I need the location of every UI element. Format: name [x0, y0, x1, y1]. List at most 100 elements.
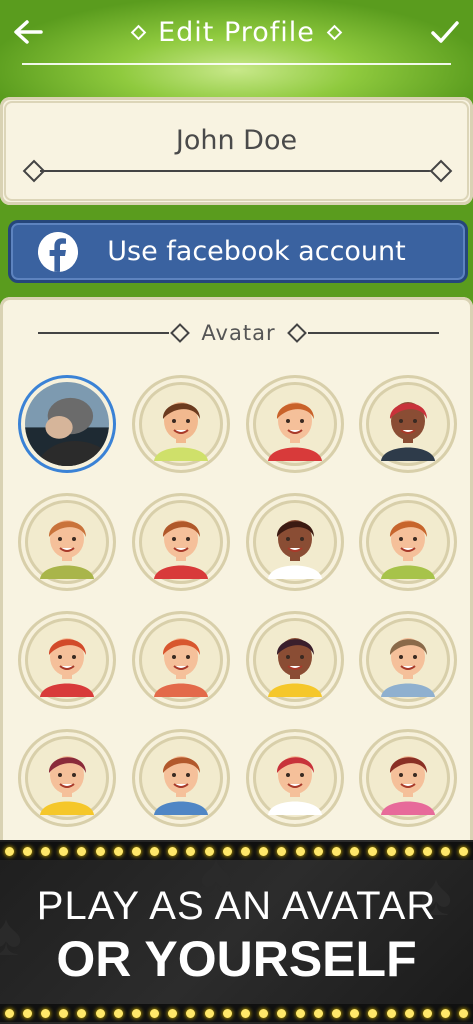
underline-bar: [40, 170, 435, 172]
marquee-bulb-icon: [422, 1008, 432, 1018]
avatar-option[interactable]: [132, 493, 230, 591]
marquee-bulb-icon: [77, 846, 87, 856]
marquee-bulb-icon: [295, 1008, 305, 1018]
avatar-option[interactable]: [246, 493, 344, 591]
promo-banner: ♠ ♠ ♠ PLAY AS AN AVATAR OR YOURSELF: [0, 840, 473, 1024]
marquee-bulb-icon: [131, 1008, 141, 1018]
marquee-bulb-icon: [422, 846, 432, 856]
marquee-bulb-icon: [186, 846, 196, 856]
title-group: Edit Profile: [0, 14, 473, 50]
diamond-ornament-icon: [326, 24, 343, 40]
cartoon-avatar-icon: [40, 756, 94, 815]
marquee-bulb-icon: [295, 846, 305, 856]
diamond-ornament-icon: [286, 323, 307, 343]
cartoon-avatar-icon: [40, 638, 94, 697]
name-field[interactable]: John Doe: [0, 125, 473, 156]
banner-line-2: OR YOURSELF: [56, 931, 417, 987]
avatar-heading: Avatar: [38, 321, 440, 345]
marquee-bulb-icon: [368, 846, 378, 856]
avatar-option[interactable]: [359, 729, 457, 827]
marquee-bulb-icon: [350, 846, 360, 856]
page-title: Edit Profile: [158, 16, 315, 48]
header-divider: [22, 63, 451, 65]
marquee-bulb-icon: [277, 846, 287, 856]
bulb-row-bottom: [0, 1004, 473, 1022]
cartoon-avatar-icon: [154, 638, 208, 697]
marquee-bulb-icon: [331, 1008, 341, 1018]
bulb-row-top: [0, 842, 473, 860]
facebook-button[interactable]: Use facebook account: [8, 220, 468, 283]
banner-line-1: PLAY AS AN AVATAR: [36, 884, 437, 928]
cartoon-avatar-icon: [381, 402, 435, 461]
marquee-bulb-icon: [386, 846, 396, 856]
avatar-option[interactable]: [246, 375, 344, 473]
marquee-bulb-icon: [331, 846, 341, 856]
cartoon-avatar-icon: [381, 520, 435, 579]
marquee-bulb-icon: [95, 846, 105, 856]
avatar-option[interactable]: [359, 611, 457, 709]
marquee-bulb-icon: [259, 846, 269, 856]
avatar-option[interactable]: [132, 611, 230, 709]
marquee-bulb-icon: [404, 846, 414, 856]
avatar-option[interactable]: [132, 729, 230, 827]
avatar-option[interactable]: [359, 493, 457, 591]
name-card: John Doe: [0, 97, 473, 205]
name-underline: [22, 159, 453, 183]
avatar-option[interactable]: [18, 375, 116, 473]
heading-line: [307, 332, 440, 334]
cartoon-avatar-icon: [381, 756, 435, 815]
avatar-option[interactable]: [132, 375, 230, 473]
marquee-bulb-icon: [77, 1008, 87, 1018]
avatar-option[interactable]: [18, 611, 116, 709]
cartoon-avatar-icon: [40, 520, 94, 579]
marquee-bulb-icon: [441, 846, 451, 856]
avatar-option[interactable]: [359, 375, 457, 473]
facebook-button-label: Use facebook account: [107, 236, 406, 267]
confirm-button[interactable]: [427, 14, 463, 50]
marquee-bulb-icon: [368, 1008, 378, 1018]
marquee-bulb-icon: [168, 846, 178, 856]
avatar-option[interactable]: [246, 729, 344, 827]
marquee-bulb-icon: [59, 846, 69, 856]
cartoon-avatar-icon: [268, 638, 322, 697]
marquee-bulb-icon: [241, 1008, 251, 1018]
cartoon-avatar-icon: [154, 402, 208, 461]
avatar-option[interactable]: [246, 611, 344, 709]
cartoon-avatar-icon: [381, 638, 435, 697]
marquee-bulb-icon: [150, 1008, 160, 1018]
marquee-bulb-icon: [441, 1008, 451, 1018]
marquee-bulb-icon: [204, 1008, 214, 1018]
avatar-option[interactable]: [18, 729, 116, 827]
marquee-bulb-icon: [459, 846, 469, 856]
avatar-heading-label: Avatar: [201, 321, 276, 345]
marquee-bulb-icon: [113, 1008, 123, 1018]
marquee-bulb-icon: [386, 1008, 396, 1018]
marquee-bulb-icon: [40, 1008, 50, 1018]
marquee-bulb-icon: [59, 1008, 69, 1018]
checkmark-icon: [431, 21, 459, 43]
cartoon-avatar-icon: [268, 520, 322, 579]
avatar-option[interactable]: [18, 493, 116, 591]
marquee-bulb-icon: [168, 1008, 178, 1018]
marquee-bulb-icon: [4, 846, 14, 856]
marquee-bulb-icon: [40, 846, 50, 856]
marquee-bulb-icon: [22, 846, 32, 856]
marquee-bulb-icon: [131, 846, 141, 856]
diamond-ornament-icon: [170, 323, 191, 343]
marquee-bulb-icon: [277, 1008, 287, 1018]
marquee-bulb-icon: [95, 1008, 105, 1018]
cartoon-avatar-icon: [154, 756, 208, 815]
heading-line: [38, 332, 170, 334]
marquee-bulb-icon: [22, 1008, 32, 1018]
user-photo-icon: [25, 382, 109, 466]
header-bar: Edit Profile: [0, 0, 473, 100]
marquee-bulb-icon: [350, 1008, 360, 1018]
marquee-bulb-icon: [113, 846, 123, 856]
marquee-bulb-icon: [259, 1008, 269, 1018]
marquee-bulb-icon: [404, 1008, 414, 1018]
marquee-bulb-icon: [4, 1008, 14, 1018]
marquee-bulb-icon: [222, 1008, 232, 1018]
facebook-icon: [38, 231, 78, 272]
cartoon-avatar-icon: [268, 402, 322, 461]
diamond-ornament-icon: [429, 159, 453, 183]
